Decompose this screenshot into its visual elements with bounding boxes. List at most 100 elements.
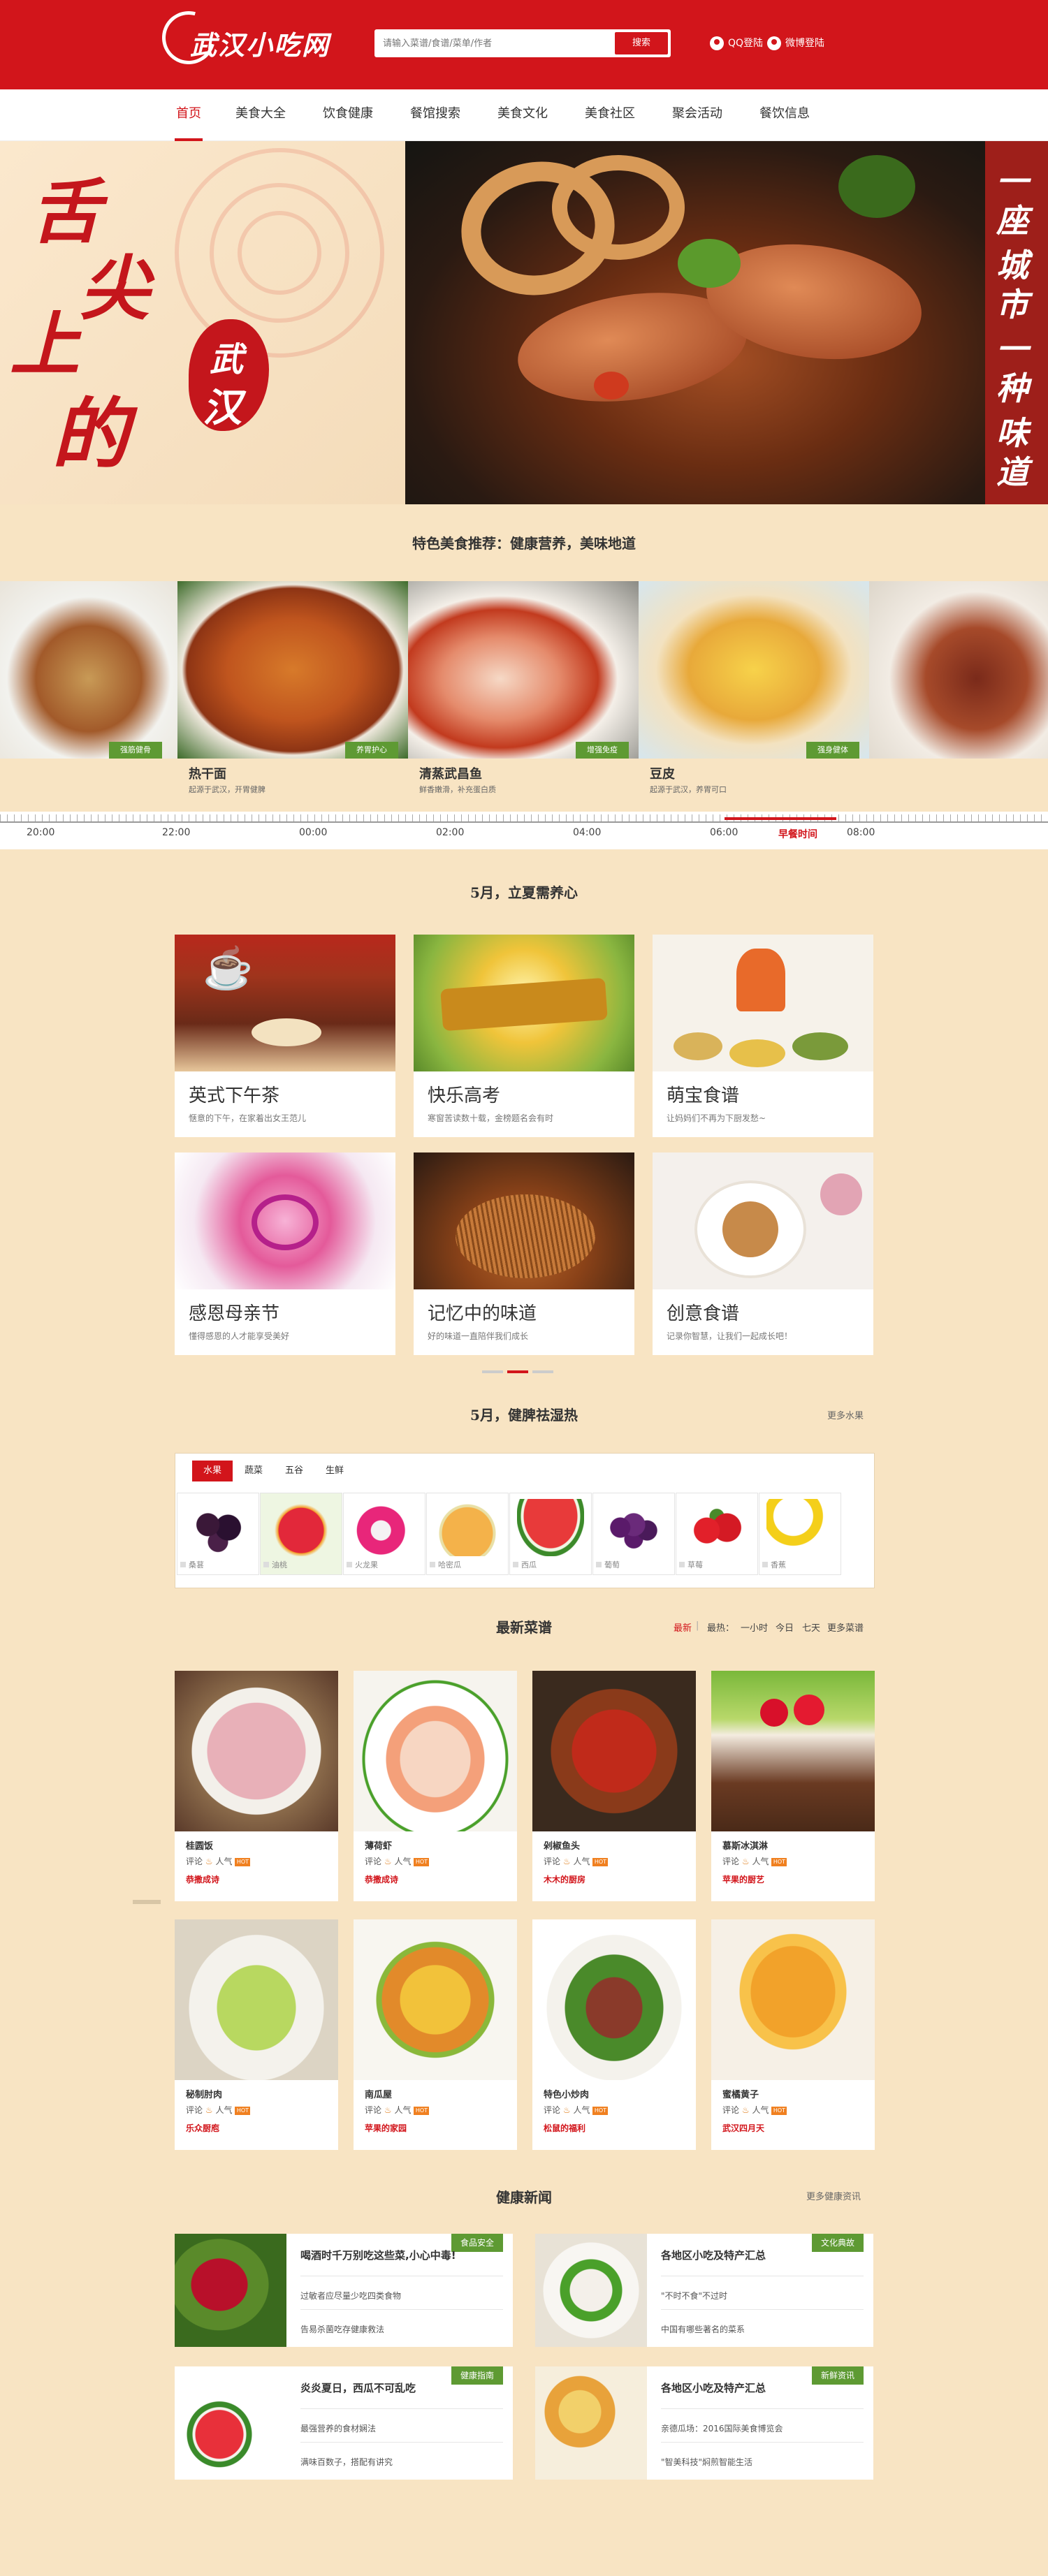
featured-item[interactable] (869, 581, 1048, 775)
theme-card-desc: 让妈妈们不再为下厨发愁~ (667, 1113, 766, 1123)
weibo-login-link[interactable]: 微博登陆 (767, 35, 824, 52)
tab-vegetable[interactable]: 蔬菜 (234, 1461, 273, 1481)
theme-card-title: 创意食谱 (667, 1303, 740, 1324)
carousel-dots[interactable] (482, 1370, 566, 1373)
recipe-card[interactable]: 剁椒鱼头 评论 ♨ 人气 HOT 木木的厨房 (532, 1671, 696, 1901)
filter-week[interactable]: 七天 (802, 1620, 820, 1634)
nav-item-restaurant[interactable]: 餐馆搜索 (405, 89, 465, 141)
search-input[interactable] (383, 35, 592, 52)
news-link[interactable]: "不时不食"不过时 (661, 2290, 727, 2301)
recipe-card[interactable]: 南瓜屋 评论 ♨ 人气 HOT 苹果的家园 (354, 1919, 517, 2150)
news-link[interactable]: 过敏者应尽量少吃四类食物 (300, 2290, 401, 2301)
timeline-highlight (725, 817, 836, 820)
site-logo[interactable]: 武汉小吃网 (152, 1, 344, 74)
fruit-item[interactable]: 葡萄 (592, 1493, 675, 1575)
timeline-tick: 22:00 (162, 827, 191, 838)
nav-item-community[interactable]: 美食社区 (580, 89, 640, 141)
fruit-item[interactable]: 油桃 (260, 1493, 342, 1575)
nav-item-news[interactable]: 餐饮信息 (755, 89, 815, 141)
recipe-card[interactable]: 特色小炒肉 评论 ♨ 人气 HOT 松鼠的福利 (532, 1919, 696, 2150)
news-headline[interactable]: 各地区小吃及特产汇总 (661, 2248, 766, 2262)
fruit-item[interactable]: 香蕉 (759, 1493, 841, 1575)
news-tag: 健康指南 (451, 2366, 503, 2385)
timeline-current[interactable]: 早餐时间 (778, 827, 817, 841)
recipe-author[interactable]: 木木的厨房 (544, 1873, 585, 1885)
featured-desc: 鲜香嫩滑，补充蛋白质 (419, 785, 496, 794)
featured-item[interactable]: 养胃护心 热干面 起源于武汉，开胃健脾 (177, 581, 408, 794)
theme-card[interactable]: 萌宝食谱 让妈妈们不再为下厨发愁~ (653, 935, 873, 1137)
side-text: 城市 (996, 247, 1028, 323)
filter-hour[interactable]: 一小时 (741, 1620, 768, 1634)
nav-item-events[interactable]: 聚会活动 (667, 89, 727, 141)
recipe-author[interactable]: 苹果的家园 (365, 2122, 407, 2134)
news-tag: 新鲜资讯 (812, 2366, 864, 2385)
recipe-card[interactable]: 薄荷虾 评论 ♨ 人气 HOT 恭撒成诗 (354, 1671, 517, 1901)
tab-fresh[interactable]: 生鲜 (315, 1461, 354, 1481)
featured-name: 清蒸武昌鱼 (419, 767, 482, 782)
season-title: 5月，立夏需养心 (470, 884, 578, 901)
more-fruits-link[interactable]: 更多水果 (827, 1408, 864, 1421)
recipe-card[interactable]: 桂圆饭 评论 ♨ 人气 HOT 恭撒成诗 (175, 1671, 338, 1901)
fruit-item[interactable]: 草莓 (676, 1493, 758, 1575)
hero-banner[interactable]: 舌 尖 上 的 武 汉 一座 城市 一种 味道 (0, 141, 1048, 504)
recipe-card[interactable]: 蜜橘黄子 评论 ♨ 人气 HOT 武汉四月天 (711, 1919, 875, 2150)
tab-fruit[interactable]: 水果 (192, 1461, 233, 1481)
recipe-author[interactable]: 恭撒成诗 (365, 1873, 398, 1885)
tab-grain[interactable]: 五谷 (275, 1461, 314, 1481)
news-headline[interactable]: 喝酒时千万别吃这些菜,小心中毒! (300, 2248, 456, 2262)
news-title: 健康新闻 (496, 2189, 552, 2206)
featured-item[interactable]: 增强免疫 清蒸武昌鱼 鲜香嫩滑，补充蛋白质 (408, 581, 639, 794)
theme-card[interactable]: ☕ 英式下午茶 惬意的下午，在家着出女王范儿 (175, 935, 395, 1137)
user-icon (710, 36, 724, 50)
search-bar: 搜索 (374, 29, 671, 57)
fruit-item[interactable]: 哈密瓜 (426, 1493, 509, 1575)
news-link[interactable]: "智美科技"焖煎智能生活 (661, 2456, 752, 2468)
search-button[interactable]: 搜索 (615, 32, 668, 54)
news-link[interactable]: 中国有哪些著名的菜系 (661, 2323, 745, 2335)
recipe-author[interactable]: 恭撒成诗 (186, 1873, 219, 1885)
news-link[interactable]: 亲德瓜场：2016国际美食博览会 (661, 2422, 783, 2434)
filter-today[interactable]: 今日 (776, 1620, 794, 1634)
fruit-item[interactable]: 西瓜 (509, 1493, 592, 1575)
recipe-meta: 评论 ♨ 人气 HOT (365, 2104, 430, 2116)
featured-name: 热干面 (189, 767, 226, 782)
news-link[interactable]: 满味百数子，搭配有讲究 (300, 2456, 393, 2468)
more-recipes-link[interactable]: 更多菜谱 (827, 1620, 864, 1634)
recipe-name: 南瓜屋 (365, 2090, 393, 2100)
nav-item-culture[interactable]: 美食文化 (493, 89, 553, 141)
fruit-section-title: 5月，健脾祛湿热 (470, 1407, 578, 1424)
recipe-author[interactable]: 乐众厨庖 (186, 2122, 219, 2134)
recipe-author[interactable]: 武汉四月天 (722, 2122, 764, 2134)
news-link[interactable]: 最强营养的食材娴法 (300, 2422, 376, 2434)
recipe-author[interactable]: 松鼠的福利 (544, 2122, 585, 2134)
recipe-meta: 评论 ♨ 人气 HOT (365, 1855, 430, 1867)
nav-item-food[interactable]: 美食大全 (231, 89, 291, 141)
featured-item[interactable]: 强身健体 豆皮 起源于武汉，养胃可口 (639, 581, 869, 794)
nav-item-home[interactable]: 首页 (168, 89, 210, 141)
recipe-card[interactable]: 慕斯冰淇淋 评论 ♨ 人气 HOT 苹果的厨艺 (711, 1671, 875, 1901)
featured-name: 豆皮 (650, 767, 675, 782)
news-headline[interactable]: 炎炎夏日，西瓜不可乱吃 (300, 2380, 416, 2395)
nav-item-health[interactable]: 饮食健康 (318, 89, 378, 141)
theme-card[interactable]: 感恩母亲节 懂得感恩的人才能享受美好 (175, 1152, 395, 1355)
theme-card[interactable]: 快乐高考 寒窗苦读数十载，金榜题名会有时 (414, 935, 634, 1137)
news-tag: 文化典故 (812, 2234, 864, 2252)
recipe-card[interactable]: 秘制肘肉 评论 ♨ 人气 HOT 乐众厨庖 (175, 1919, 338, 2150)
fruit-item[interactable]: 桑葚 (177, 1493, 259, 1575)
news-item[interactable]: 文化典故 各地区小吃及特产汇总 "不时不食"不过时 中国有哪些著名的菜系 (535, 2234, 873, 2347)
news-item[interactable]: 新鲜资讯 各地区小吃及特产汇总 亲德瓜场：2016国际美食博览会 "智美科技"焖… (535, 2366, 873, 2480)
featured-item[interactable]: 强筋健骨 (0, 581, 177, 775)
recipe-author[interactable]: 苹果的厨艺 (722, 1873, 764, 1885)
news-headline[interactable]: 各地区小吃及特产汇总 (661, 2380, 766, 2395)
theme-card[interactable]: 记忆中的味道 好的味道一直陪伴我们成长 (414, 1152, 634, 1355)
news-item[interactable]: 食品安全 喝酒时千万别吃这些菜,小心中毒! 过敏者应尽量少吃四类食物 告易杀菌吃… (175, 2234, 513, 2347)
meal-timeline[interactable]: 20:00 22:00 00:00 02:00 04:00 06:00 早餐时间… (0, 812, 1048, 849)
news-link[interactable]: 告易杀菌吃存健康救法 (300, 2323, 384, 2335)
featured-tag: 增强免疫 (576, 742, 629, 759)
news-item[interactable]: 健康指南 炎炎夏日，西瓜不可乱吃 最强营养的食材娴法 满味百数子，搭配有讲究 (175, 2366, 513, 2480)
fruit-item[interactable]: 火龙果 (343, 1493, 425, 1575)
filter-newest[interactable]: 最新 (674, 1620, 692, 1634)
more-news-link[interactable]: 更多健康资讯 (806, 2189, 861, 2202)
theme-card[interactable]: 创意食谱 记录你智慧，让我们一起成长吧！ (653, 1152, 873, 1355)
qq-login-link[interactable]: QQ登陆 (710, 35, 763, 52)
